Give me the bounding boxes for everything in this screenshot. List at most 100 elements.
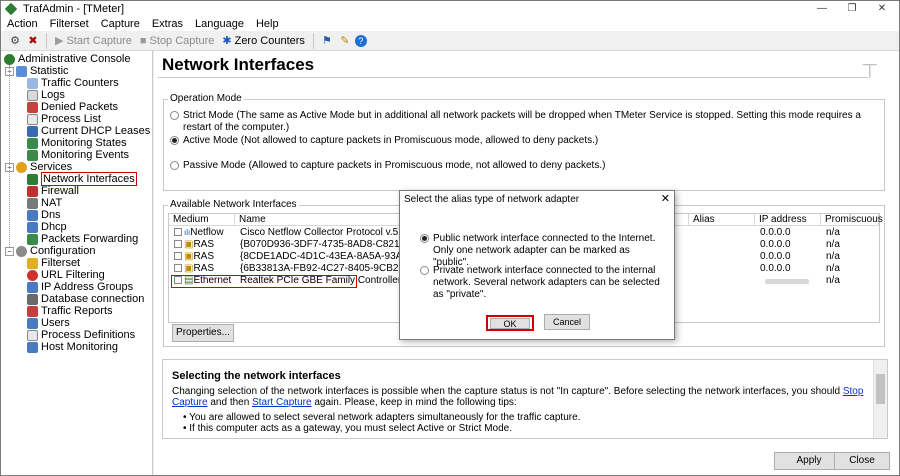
settings-icon[interactable]: ⚑ [319, 33, 335, 49]
tree-item-dhcp-leases[interactable]: Current DHCP Leases [1, 125, 152, 137]
tree-item-logs[interactable]: Logs [1, 89, 152, 101]
column-header-promiscuous[interactable]: Promiscuous [821, 214, 883, 226]
interface-checkbox[interactable] [174, 240, 182, 248]
table-row-ip: 0.0.0.0 [760, 239, 791, 250]
tree-item-label: Process List [41, 113, 101, 125]
menu-help[interactable]: Help [250, 18, 285, 30]
restore-button[interactable]: ❐ [839, 1, 865, 17]
ok-button[interactable]: OK [490, 318, 530, 329]
reports-icon [27, 305, 38, 317]
collapse-icon[interactable]: − [5, 246, 14, 256]
tree-item-users[interactable]: Users [1, 317, 152, 329]
dhcp-server-icon [27, 221, 38, 233]
start-capture-link[interactable]: Start Capture [252, 397, 311, 408]
table-row-medium[interactable]: ▣RAS [171, 239, 235, 251]
operation-mode-label: Operation Mode [168, 93, 244, 104]
network-tools-icon[interactable]: ⚙ [7, 33, 23, 49]
help-icon[interactable]: ? [354, 34, 367, 47]
tips-scrollbar[interactable] [873, 360, 887, 438]
tree-item-dhcp[interactable]: Dhcp [1, 221, 152, 233]
tree-item-ip-address-groups[interactable]: IP Address Groups [1, 281, 152, 293]
tree-item-dns[interactable]: Dns [1, 209, 152, 221]
tree-item-label: Monitoring States [41, 137, 127, 149]
tree-item-database-connection[interactable]: Database connection [1, 293, 152, 305]
minimize-button[interactable]: — [809, 1, 835, 17]
column-header-ip-address[interactable]: IP address [755, 214, 821, 226]
tree-root[interactable]: Administrative Console [1, 53, 152, 65]
table-row-name: Cisco Netflow Collector Protocol v.5 (v.… [240, 227, 421, 238]
menu-action[interactable]: Action [1, 18, 44, 30]
tree-item-denied-packets[interactable]: Denied Packets [1, 101, 152, 113]
tree-item-firewall[interactable]: Firewall [1, 185, 152, 197]
tree-item-label: IP Address Groups [41, 281, 134, 293]
stop-capture-button[interactable]: ■ Stop Capture [137, 32, 217, 50]
table-row-promiscuous: n/a [826, 227, 840, 238]
tips-bullet: You are allowed to select several networ… [183, 412, 580, 423]
tree-item-nat[interactable]: NAT [1, 197, 152, 209]
radio-public-interface[interactable]: Public network interface connected to th… [420, 233, 660, 269]
passive-mode-radio-icon[interactable] [170, 161, 179, 170]
tree-item-host-monitoring[interactable]: Host Monitoring [1, 341, 152, 353]
dialog-close-icon[interactable]: ✕ [661, 191, 670, 208]
tree-item-monitoring-events[interactable]: Monitoring Events [1, 149, 152, 161]
tree-item-label: Database connection [41, 293, 145, 305]
tree-item-traffic-reports[interactable]: Traffic Reports [1, 305, 152, 317]
close-window-button[interactable]: ✕ [869, 1, 895, 17]
medium-text: Netflow [190, 227, 224, 238]
table-row-medium[interactable]: ▣RAS [171, 251, 235, 263]
forwarding-icon [27, 233, 38, 245]
tree-item-monitoring-states[interactable]: Monitoring States [1, 137, 152, 149]
private-radio-icon[interactable] [420, 266, 429, 275]
table-row-medium[interactable]: ▤Ethernet [171, 275, 235, 287]
menu-language[interactable]: Language [189, 18, 250, 30]
radio-active-mode[interactable]: Active Mode (Not allowed to capture pack… [170, 135, 880, 147]
column-header-alias[interactable]: Alias [689, 214, 755, 226]
interface-checkbox[interactable] [174, 228, 182, 236]
public-radio-icon[interactable] [420, 234, 429, 243]
tree-item-network-interfaces[interactable]: Network Interfaces [1, 172, 152, 186]
tips-panel: Selecting the network interfaces Changin… [162, 359, 888, 439]
scrollbar-thumb[interactable] [876, 374, 885, 404]
radio-passive-mode[interactable]: Passive Mode (Allowed to capture packets… [170, 160, 880, 172]
tree-item-process-definitions[interactable]: Process Definitions [1, 329, 152, 341]
tree-node-configuration[interactable]: − Configuration [1, 245, 152, 257]
table-row-promiscuous: n/a [826, 263, 840, 274]
interface-checkbox[interactable] [174, 264, 182, 272]
table-row-medium[interactable]: ▣RAS [171, 263, 235, 275]
tree-item-filterset[interactable]: Filterset [1, 257, 152, 269]
tips-bullet: If this computer acts as a gateway, you … [183, 423, 580, 434]
interface-checkbox[interactable] [174, 276, 182, 284]
tree-line [9, 65, 10, 247]
disconnect-icon[interactable]: ✖ [25, 33, 41, 49]
tree-item-packets-forwarding[interactable]: Packets Forwarding [1, 233, 152, 245]
nat-icon [27, 197, 38, 209]
menu-capture[interactable]: Capture [95, 18, 146, 30]
tools-icon[interactable]: ✎ [337, 33, 353, 49]
tmeter-logo-icon: ⊤ [861, 61, 879, 83]
zero-counters-button[interactable]: ✱ Zero Counters [219, 32, 308, 50]
table-row-medium[interactable]: ılıNetflow [171, 227, 235, 239]
tree-item-traffic-counters[interactable]: Traffic Counters [1, 77, 152, 89]
tree-node-statistic[interactable]: − Statistic [1, 65, 152, 77]
cancel-button[interactable]: Cancel [544, 314, 590, 330]
table-row-name: Realtek PCIe GBE Family Controller [240, 275, 402, 286]
close-button[interactable]: Close [834, 452, 890, 470]
start-capture-button[interactable]: ▶ Start Capture [52, 32, 135, 50]
active-mode-radio-icon[interactable] [170, 136, 179, 145]
column-header-medium[interactable]: Medium [169, 214, 235, 226]
tree-item-process-list[interactable]: Process List [1, 113, 152, 125]
alias-type-dialog: Select the alias type of network adapter… [399, 190, 675, 340]
properties-button[interactable]: Properties... [172, 324, 234, 342]
radio-private-interface[interactable]: Private network interface connected to t… [420, 265, 660, 301]
tips-paragraph: Changing selection of the network interf… [172, 386, 872, 408]
tree-item-label: Process Definitions [41, 329, 136, 341]
tree-item-url-filtering[interactable]: URL Filtering [1, 269, 152, 281]
play-icon: ▶ [55, 35, 64, 47]
tips-list: You are allowed to select several networ… [183, 412, 580, 434]
strict-mode-radio-icon[interactable] [170, 111, 179, 120]
page-title: Network Interfaces [162, 55, 315, 74]
radio-strict-mode[interactable]: Strict Mode (The same as Active Mode but… [170, 110, 880, 134]
interface-checkbox[interactable] [174, 252, 182, 260]
menu-extras[interactable]: Extras [146, 18, 189, 30]
menu-filterset[interactable]: Filterset [44, 18, 95, 30]
